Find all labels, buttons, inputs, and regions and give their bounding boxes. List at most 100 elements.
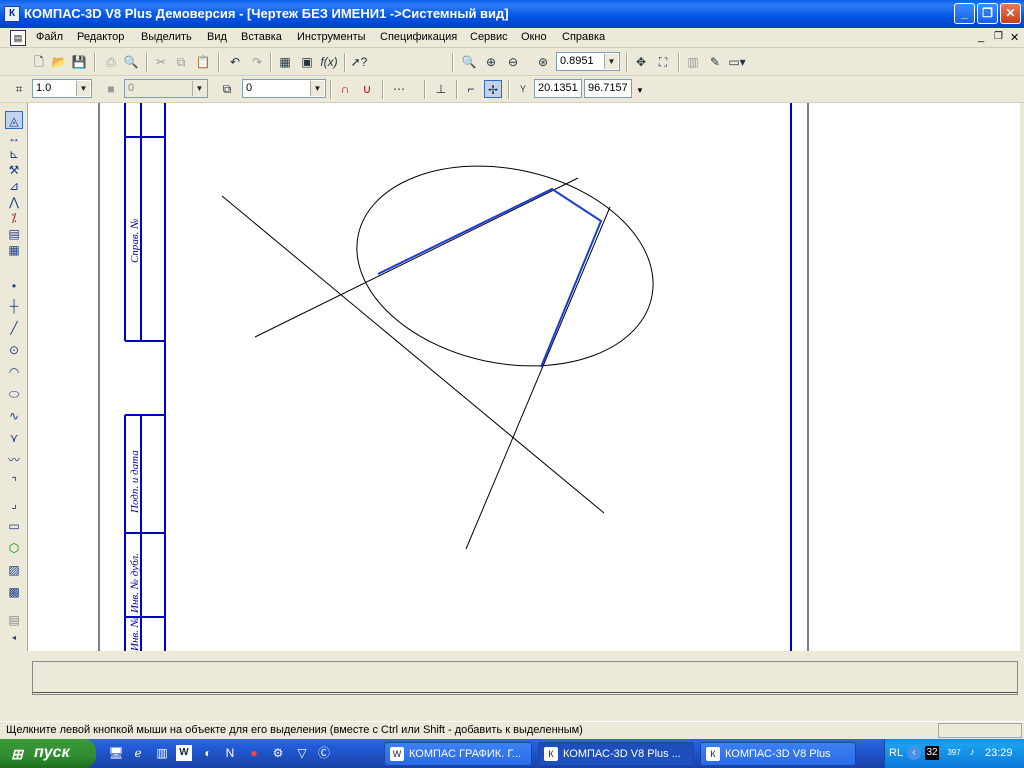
zoom-in-icon[interactable]: ⊕ <box>482 53 500 71</box>
media-icon[interactable]: ▥ <box>154 745 170 761</box>
aux-line-icon[interactable]: ┼ <box>5 297 23 315</box>
zoom-window-icon[interactable]: 🔍 <box>460 53 478 71</box>
measure-icon[interactable]: ✎ <box>706 53 724 71</box>
ellipse-icon[interactable]: ⬭ <box>5 385 23 403</box>
restore-icon[interactable]: ❐ <box>977 3 998 24</box>
print-preview-icon[interactable]: 🔍 <box>122 53 140 71</box>
app-icon-gear[interactable]: ⚙ <box>270 745 286 761</box>
coord-x-field[interactable]: 20.1351 <box>534 79 582 98</box>
zoom-field[interactable]: 0.8951 ▼ <box>556 52 620 71</box>
menu-help[interactable]: Справка <box>562 31 605 43</box>
copy-icon[interactable]: ⧉ <box>172 53 190 71</box>
polygon-icon[interactable]: ⬡ <box>5 539 23 557</box>
cut-icon[interactable]: ✂ <box>152 53 170 71</box>
document-icon[interactable]: ▤ <box>10 30 26 46</box>
ortho-icon[interactable]: ⌐ <box>462 80 480 98</box>
new-file-icon[interactable]: 🗋 <box>30 53 48 71</box>
geometry-icon[interactable]: ◬ <box>5 111 23 129</box>
tray-app-icon[interactable]: 32 <box>925 746 939 760</box>
undo-icon[interactable]: ↶ <box>226 53 244 71</box>
menu-window[interactable]: Окно <box>521 31 547 43</box>
more-tools-icon[interactable]: ▤ <box>5 611 23 629</box>
zoom-scale-icon[interactable]: ⊛ <box>534 53 552 71</box>
segment-icon[interactable]: ╱ <box>5 319 23 337</box>
local-cs-icon[interactable]: ⊥ <box>432 80 450 98</box>
redo-icon[interactable]: ↷ <box>248 53 266 71</box>
output-icon[interactable]: ▭▾ <box>728 53 746 71</box>
spec-tool-icon[interactable]: ▦ <box>5 241 23 259</box>
tray-expand-icon[interactable]: ‹ <box>907 746 921 760</box>
clock[interactable]: 23:29 <box>985 747 1013 759</box>
segment-steep[interactable] <box>465 206 611 550</box>
grid-step-icon[interactable]: ⌗ <box>10 80 28 98</box>
chevron-down-icon[interactable]: ▼ <box>192 81 206 96</box>
arc-icon[interactable]: ◠ <box>5 363 23 381</box>
hatch-icon[interactable]: ▨ <box>5 561 23 579</box>
app-icon-play[interactable]: ▽ <box>294 745 310 761</box>
layer-icon[interactable]: ■ <box>102 80 120 98</box>
manager-icon[interactable]: ▦ <box>276 53 294 71</box>
menu-file[interactable]: Файл <box>36 31 63 43</box>
chevron-down-icon[interactable]: ▼ <box>604 54 618 69</box>
tray-volume-icon[interactable]: ♪ <box>965 746 979 760</box>
snap-settings-icon[interactable]: ∪ <box>358 80 376 98</box>
layers-icon[interactable]: ⧉ <box>218 80 236 98</box>
layer-field[interactable]: 0 ▼ <box>124 79 208 98</box>
style-field[interactable]: 0 ▼ <box>242 79 326 98</box>
save-icon[interactable]: 💾 <box>70 53 88 71</box>
task-kompas-active[interactable]: К КОМПАС-3D V8 Plus ... <box>538 742 694 766</box>
chevron-down-icon[interactable]: ▼ <box>310 81 324 96</box>
word-icon[interactable]: W <box>176 745 192 761</box>
grid-icon[interactable]: ⋯▾ <box>390 80 408 114</box>
start-button[interactable]: ⊞ пуск <box>0 739 96 768</box>
pan-icon[interactable]: ✥ <box>632 53 650 71</box>
menu-view[interactable]: Вид <box>207 31 227 43</box>
tray-network-icon[interactable]: 397 <box>945 746 963 760</box>
menu-tools[interactable]: Инструменты <box>297 31 366 43</box>
app-icon-red[interactable]: ● <box>246 745 262 761</box>
coord-y-field[interactable]: 96.7157 <box>584 79 632 98</box>
app-icon-n[interactable]: N <box>222 745 238 761</box>
library-icon[interactable]: ▣ <box>298 53 316 71</box>
title-bar[interactable]: К КОМПАС-3D V8 Plus Демоверсия - [Чертеж… <box>0 0 1024 28</box>
ellipse[interactable] <box>338 140 672 392</box>
contour-icon[interactable]: ▩ <box>5 583 23 601</box>
circle-icon[interactable]: ⊙ <box>5 341 23 359</box>
close-icon[interactable]: ✕ <box>1000 3 1021 24</box>
segment-upper[interactable] <box>254 177 579 338</box>
drawing-canvas[interactable]: Справ. № Подп. и дата Инв. № дубл. Инв. … <box>28 103 1020 651</box>
rectangle-icon[interactable]: ▭ <box>5 517 23 535</box>
chevron-down-icon[interactable]: ▼ <box>636 86 644 95</box>
app-icon-c[interactable]: Ⓒ <box>316 745 332 761</box>
properties-icon[interactable]: ▥ <box>684 53 702 71</box>
bezier-icon[interactable]: 〰 <box>5 451 23 469</box>
polyline-icon[interactable]: ⋎ <box>5 429 23 447</box>
fillet-icon[interactable]: ⌟ <box>5 495 23 513</box>
step-field[interactable]: 1.0 ▼ <box>32 79 92 98</box>
drawing-svg[interactable]: Справ. № Подп. и дата Инв. № дубл. Инв. … <box>28 103 1020 651</box>
snap-magnet-icon[interactable]: ∩ <box>336 80 354 98</box>
spline-icon[interactable]: ∿ <box>5 407 23 425</box>
doc-close-icon[interactable]: ✕ <box>1010 31 1019 44</box>
round-icon[interactable]: ✢ <box>484 80 502 98</box>
zoom-out-icon[interactable]: ⊖ <box>504 53 522 71</box>
network-icon[interactable]: ◐ <box>200 745 216 761</box>
paste-icon[interactable]: 📋 <box>194 53 212 71</box>
menu-service[interactable]: Сервис <box>470 31 508 43</box>
help-pointer-icon[interactable]: ➚? <box>350 53 368 71</box>
minimize-icon[interactable]: _ <box>954 3 975 24</box>
scroll-left-icon[interactable]: ◂ <box>5 629 23 647</box>
open-folder-icon[interactable]: 📂 <box>50 53 68 71</box>
task-kompas-grafik[interactable]: W КОМПАС ГРАФИК. Г... <box>384 742 532 766</box>
explorer-icon[interactable]: 🖥 <box>108 745 124 761</box>
ie-icon[interactable]: ℯ <box>130 745 146 761</box>
language-indicator[interactable]: RL <box>889 747 903 759</box>
variables-icon[interactable]: f(x) <box>320 53 338 71</box>
selected-contour[interactable] <box>377 187 603 368</box>
chevron-down-icon[interactable]: ▼ <box>76 81 90 96</box>
menu-specification[interactable]: Спецификация <box>380 31 457 43</box>
doc-restore-icon[interactable]: ❐ <box>994 31 1003 42</box>
menu-insert[interactable]: Вставка <box>241 31 282 43</box>
menu-select[interactable]: Выделить <box>141 31 192 43</box>
print-icon[interactable]: ⎙ <box>102 53 120 71</box>
